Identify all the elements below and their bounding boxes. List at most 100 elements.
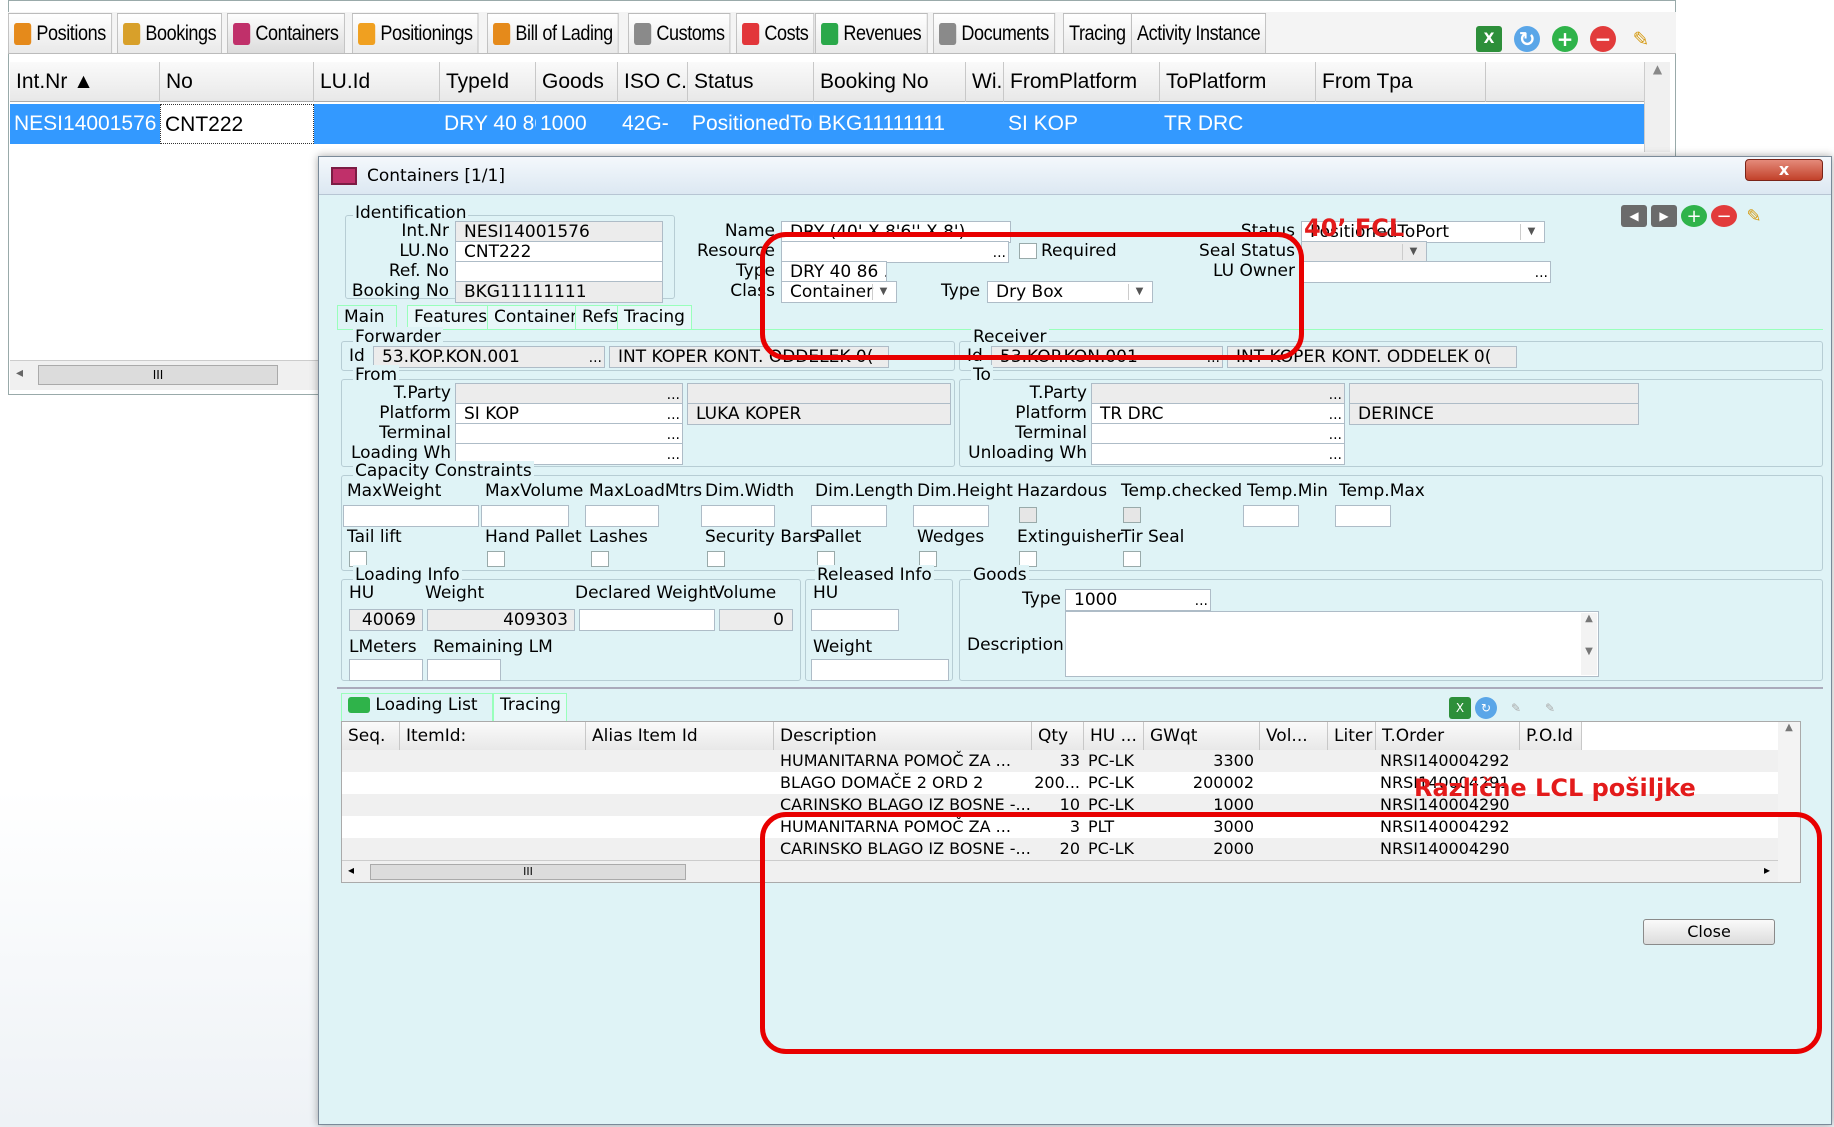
tab-revenues[interactable]: Revenues	[814, 13, 927, 53]
capacity-input[interactable]	[811, 505, 887, 527]
tab-costs[interactable]: Costs	[735, 13, 814, 53]
loading-list-column-header[interactable]: Liter	[1328, 722, 1376, 750]
lookup-icon[interactable]: ...	[1329, 444, 1342, 464]
chevron-down-icon[interactable]: ▼	[1520, 224, 1542, 240]
description-scrollbar[interactable]: ▲ ▼	[1581, 613, 1597, 675]
weight-field[interactable]: 409303	[427, 609, 575, 631]
lookup-icon[interactable]: ...	[667, 424, 680, 444]
column-header[interactable]: LU.Id	[314, 62, 440, 102]
tab-main[interactable]: Main	[337, 305, 397, 329]
from-platform-field[interactable]: SI KOP...	[455, 403, 683, 425]
to-wh-field[interactable]: ...	[1091, 443, 1345, 465]
remaining-lm-field[interactable]	[427, 659, 501, 681]
grid-row-selected[interactable]: NESI14001576 CNT222 DRY 40 86 1000 42G- Posit…	[10, 104, 1644, 144]
grid-horizontal-scrollbar[interactable]: ◂ III	[10, 360, 320, 390]
grid-cell[interactable]: SI KOP	[1004, 104, 1160, 144]
previous-record-icon[interactable]: ◀	[1621, 205, 1647, 227]
loading-list-column-header[interactable]: P.O.Id	[1520, 722, 1582, 750]
tab-tracing[interactable]: Tracing	[1062, 13, 1132, 53]
column-header[interactable]: FromPlatform	[1004, 62, 1160, 102]
checkbox[interactable]	[591, 551, 609, 567]
chevron-down-icon[interactable]: ▼	[1402, 244, 1424, 260]
loading-list-column-header[interactable]: T.Order	[1376, 722, 1520, 750]
lookup-icon[interactable]: ...	[1329, 404, 1342, 424]
to-tparty-field[interactable]: ...	[1091, 383, 1345, 405]
column-header[interactable]: From Tpa	[1316, 62, 1486, 102]
loading-list-column-header[interactable]: Seq.	[342, 722, 400, 750]
capacity-input[interactable]	[481, 505, 569, 527]
capacity-input[interactable]	[585, 505, 659, 527]
lookup-icon[interactable]: ...	[667, 404, 680, 424]
lookup-icon[interactable]: ...	[1329, 384, 1342, 404]
goods-description-field[interactable]	[1065, 611, 1599, 677]
column-header[interactable]: Status	[688, 62, 814, 102]
grid-cell[interactable]: CNT222	[160, 104, 314, 144]
column-header[interactable]: No	[160, 62, 314, 102]
seal-status-select[interactable]: ▼	[1301, 241, 1427, 263]
lookup-icon[interactable]: ...	[589, 347, 602, 367]
from-tparty-field[interactable]: ...	[455, 383, 683, 405]
tab-documents[interactable]: Documents	[933, 13, 1056, 53]
loading-list-column-header[interactable]: HU ...	[1084, 722, 1144, 750]
lu-owner-field[interactable]: ...	[1301, 261, 1551, 283]
loading-list-column-header[interactable]: Alias Item Id	[586, 722, 774, 750]
loading-list-column-header[interactable]: ItemId:	[400, 722, 586, 750]
column-header[interactable]: ISO C...	[618, 62, 688, 102]
lookup-icon[interactable]: ...	[1329, 424, 1342, 444]
loading-list-column-header[interactable]: Vol...	[1260, 722, 1328, 750]
column-header[interactable]: Goods	[536, 62, 618, 102]
excel-export-icon[interactable]: X	[1449, 697, 1471, 719]
forwarder-id-field[interactable]: 53.KOP.KON.001...	[373, 346, 605, 368]
loading-list-column-header[interactable]: Qty	[1032, 722, 1084, 750]
edit-icon[interactable]: ✎	[1501, 697, 1531, 719]
tab-customs[interactable]: Customs	[628, 13, 731, 53]
refresh-icon[interactable]: ↻	[1475, 697, 1497, 719]
edit-all-icon[interactable]: ✎	[1535, 697, 1565, 719]
capacity-input[interactable]	[1335, 505, 1391, 527]
tab-activity-instance[interactable]: Activity Instance	[1130, 13, 1266, 53]
column-header[interactable]: Wi...	[966, 62, 1004, 102]
grid-cell[interactable]	[314, 104, 440, 144]
checkbox[interactable]	[487, 551, 505, 567]
int-nr-field[interactable]: NESI14001576	[455, 221, 663, 243]
tab-positionings[interactable]: Positionings	[351, 13, 479, 53]
grid-cell[interactable]: PositionedToPort	[688, 104, 814, 144]
grid-cell[interactable]: NESI14001576	[10, 104, 160, 144]
grid-cell[interactable]: 1000	[536, 104, 618, 144]
capacity-input[interactable]	[913, 505, 989, 527]
column-header[interactable]: TypeId	[440, 62, 536, 102]
lookup-icon[interactable]: ...	[1535, 262, 1548, 282]
checkbox[interactable]	[1123, 551, 1141, 567]
loading-list-column-header[interactable]: Description	[774, 722, 1032, 750]
column-header[interactable]: Booking No	[814, 62, 966, 102]
lmeters-field[interactable]	[349, 659, 423, 681]
loading-list-scroll-thumb[interactable]: III	[370, 864, 686, 880]
loading-list-column-header[interactable]: GWqt	[1144, 722, 1260, 750]
released-weight-field[interactable]	[811, 659, 949, 681]
to-platform-field[interactable]: TR DRC...	[1091, 403, 1345, 425]
tab-containers[interactable]: Containers	[227, 13, 345, 53]
tab-bill-of-lading[interactable]: Bill of Lading	[486, 13, 619, 53]
excel-export-icon[interactable]: X	[1476, 26, 1502, 52]
tab-ll-tracing[interactable]: Tracing	[493, 693, 567, 721]
tab-loading-list[interactable]: Loading List	[341, 693, 493, 721]
splitter[interactable]	[337, 687, 1823, 689]
grid-cell[interactable]: 42G-	[618, 104, 688, 144]
grid-vertical-scrollbar[interactable]: ▲	[1644, 62, 1670, 152]
add-icon[interactable]: +	[1681, 205, 1707, 227]
ref-no-field[interactable]	[455, 261, 663, 283]
capacity-input[interactable]	[343, 505, 479, 527]
column-header[interactable]: ToPlatform	[1160, 62, 1316, 102]
to-terminal-field[interactable]: ...	[1091, 423, 1345, 445]
checkbox[interactable]	[1123, 507, 1141, 523]
loading-list-row[interactable]: HUMANITARNA POMOČ ZA ... 33 PC-LK 3300 NRSI1…	[342, 750, 1800, 772]
grid-cell[interactable]	[966, 104, 1004, 144]
tab-positions[interactable]: Positions	[8, 13, 112, 53]
from-terminal-field[interactable]: ...	[455, 423, 683, 445]
checkbox[interactable]	[707, 551, 725, 567]
tab-bookings[interactable]: Bookings	[116, 13, 222, 53]
grid-cell[interactable]: DRY 40 86	[440, 104, 536, 144]
tab-tracing[interactable]: Tracing	[617, 305, 692, 329]
remove-icon[interactable]: −	[1711, 205, 1737, 227]
lookup-icon[interactable]: ...	[667, 444, 680, 464]
